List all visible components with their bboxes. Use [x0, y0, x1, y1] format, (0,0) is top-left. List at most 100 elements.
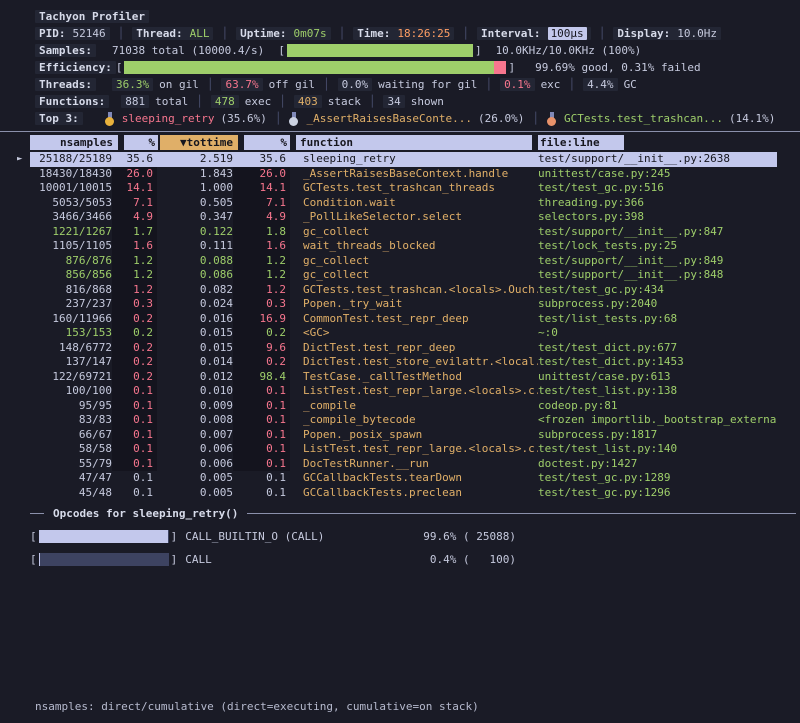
cell-function-name: GCTests.test_trashcan.<locals>.Ouch... — [290, 283, 538, 298]
cell-percent-direct: 1.2 — [112, 283, 157, 298]
cell-function-name: <GC> — [290, 326, 538, 341]
table-row[interactable]: 122/697210.20.01298.4TestCase._callTestM… — [0, 370, 800, 385]
cell-file-line: ~:0 — [538, 326, 800, 341]
table-row[interactable]: 55/790.10.0060.1DocTestRunner.__rundocte… — [0, 457, 800, 472]
cell-nsamples: 237/237 — [34, 297, 112, 312]
table-row[interactable]: 1105/11051.60.1111.6wait_threads_blocked… — [0, 239, 800, 254]
cell-percent-direct: 0.2 — [112, 312, 157, 327]
cell-percent-direct: 0.2 — [112, 355, 157, 370]
function-table: ►25188/2518935.62.51935.6sleeping_retryt… — [0, 152, 800, 500]
cell-tottime: 0.005 — [157, 486, 233, 501]
efficiency-text: 99.69% good, 0.31% failed — [535, 61, 701, 74]
table-row[interactable]: 100/1000.10.0100.1ListTest.test_repr_lar… — [0, 384, 800, 399]
cell-function-name: _AssertRaisesBaseContext.handle — [290, 167, 538, 182]
footer: nsamples: direct/cumulative (direct=exec… — [35, 674, 479, 723]
cell-tottime: 0.015 — [157, 326, 233, 341]
table-row[interactable]: 18430/1843026.01.84326.0_AssertRaisesBas… — [0, 167, 800, 182]
efficiency-label: Efficiency: — [35, 61, 116, 74]
table-row[interactable]: 5053/50537.10.5057.1Condition.waitthread… — [0, 196, 800, 211]
thread-segment[interactable]: Thread:ALL — [132, 27, 213, 40]
display-value: 10.0Hz — [677, 27, 717, 40]
table-row[interactable]: 137/1470.20.0140.2DictTest.test_store_ev… — [0, 355, 800, 370]
cell-percent-direct: 1.2 — [112, 268, 157, 283]
cell-file-line: <frozen importlib._bootstrap_externa — [538, 413, 800, 428]
column-header-file-line[interactable]: file:line — [538, 135, 624, 150]
cell-function-name: ListTest.test_repr_large.<locals>.c... — [290, 442, 538, 457]
table-row[interactable]: 1221/12671.70.1221.8gc_collecttest/suppo… — [0, 225, 800, 240]
cell-function-name: TestCase._callTestMethod — [290, 370, 538, 385]
table-row[interactable]: 83/830.10.0080.1_compile_bytecode<frozen… — [0, 413, 800, 428]
table-header-row: nsamples % ▼tottime % function file:line — [0, 135, 800, 150]
thread-stat-label: waiting for gil — [378, 78, 477, 91]
uptime-segment: Uptime:0m07s — [236, 27, 330, 40]
bar-open-bracket: [ — [116, 61, 123, 74]
cell-percent-cumulative: 0.2 — [233, 355, 290, 370]
table-row[interactable]: 816/8681.20.0821.2GCTests.test_trashcan.… — [0, 283, 800, 298]
cell-tottime: 0.111 — [157, 239, 233, 254]
cell-file-line: test/test_gc.py:1296 — [538, 486, 800, 501]
cell-function-name: Condition.wait — [290, 196, 538, 211]
table-row[interactable]: 160/119660.20.01616.9CommonTest.test_rep… — [0, 312, 800, 327]
cell-function-name: DictTest.test_repr_deep — [290, 341, 538, 356]
time-value: 18:26:25 — [397, 27, 450, 40]
cell-function-name: sleeping_retry — [290, 152, 538, 167]
cell-percent-cumulative: 0.1 — [233, 428, 290, 443]
table-row[interactable]: 47/470.10.0050.1GCCallbackTests.tearDown… — [0, 471, 800, 486]
bar-close-bracket: ] — [171, 530, 178, 543]
table-row[interactable]: ►25188/2518935.62.51935.6sleeping_retryt… — [0, 152, 800, 167]
divider-dash — [247, 513, 796, 514]
cell-file-line: test/list_tests.py:68 — [538, 312, 800, 327]
cell-file-line: test/test_dict.py:1453 — [538, 355, 800, 370]
column-header-percent-cumulative[interactable]: % — [244, 135, 290, 150]
cell-file-line: test/test_list.py:138 — [538, 384, 800, 399]
samples-total: 71038 total (10000.4/s) — [112, 44, 264, 57]
cell-percent-cumulative: 1.2 — [233, 268, 290, 283]
table-row[interactable]: 237/2370.30.0240.3Popen._try_waitsubproc… — [0, 297, 800, 312]
footer-legend: nsamples: direct/cumulative (direct=exec… — [35, 700, 479, 721]
opcode-row: []CALL 0.4% ( 100) — [0, 551, 800, 567]
cell-tottime: 0.088 — [157, 254, 233, 269]
cell-percent-cumulative: 1.2 — [233, 254, 290, 269]
table-row[interactable]: 3466/34664.90.3474.9_PollLikeSelector.se… — [0, 210, 800, 225]
cell-file-line: test/test_gc.py:434 — [538, 283, 800, 298]
column-header-nsamples[interactable]: nsamples — [30, 135, 118, 150]
cell-function-name: _compile_bytecode — [290, 413, 538, 428]
opcodes-list: []CALL_BUILTIN_O (CALL)99.6% ( 25088)[]C… — [0, 528, 800, 567]
cell-tottime: 0.006 — [157, 457, 233, 472]
cell-nsamples: 18430/18430 — [34, 167, 112, 182]
cell-percent-direct: 0.1 — [112, 486, 157, 501]
title-line: Tachyon Profiler — [0, 8, 800, 25]
table-row[interactable]: 153/1530.20.0150.2<GC>~:0 — [0, 326, 800, 341]
table-row[interactable]: 66/670.10.0070.1Popen._posix_spawnsubpro… — [0, 428, 800, 443]
cell-percent-direct: 0.1 — [112, 471, 157, 486]
functions-line: Functions: 881total│478exec│403stack│34s… — [0, 93, 800, 110]
cell-percent-cumulative: 0.2 — [233, 326, 290, 341]
threads-label: Threads: — [35, 78, 96, 91]
cell-percent-direct: 0.1 — [112, 399, 157, 414]
table-row[interactable]: 45/480.10.0050.1GCCallbackTests.preclean… — [0, 486, 800, 501]
cell-file-line: test/lock_tests.py:25 — [538, 239, 800, 254]
column-header-percent-direct[interactable]: % — [124, 135, 158, 150]
bar-close-bracket: ] — [508, 61, 515, 74]
cell-percent-direct: 7.1 — [112, 196, 157, 211]
header-divider — [0, 131, 800, 132]
table-row[interactable]: 10001/1001514.11.00014.1GCTests.test_tra… — [0, 181, 800, 196]
separator-bar: │ — [275, 112, 282, 125]
table-row[interactable]: 95/950.10.0090.1_compilecodeop.py:81 — [0, 399, 800, 414]
column-header-tottime-sorted[interactable]: ▼tottime — [160, 135, 238, 150]
cell-tottime: 0.010 — [157, 384, 233, 399]
cell-function-name: gc_collect — [290, 254, 538, 269]
table-row[interactable]: 58/580.10.0060.1ListTest.test_repr_large… — [0, 442, 800, 457]
table-row[interactable]: 876/8761.20.0881.2gc_collecttest/support… — [0, 254, 800, 269]
cell-percent-cumulative: 26.0 — [233, 167, 290, 182]
samples-rate: 10.0KHz/10.0KHz (100%) — [496, 44, 642, 57]
column-header-function[interactable]: function — [296, 135, 532, 150]
top3-function-name: sleeping_retry — [122, 112, 215, 125]
cell-percent-direct: 0.2 — [112, 326, 157, 341]
cell-nsamples: 137/147 — [34, 355, 112, 370]
cell-tottime: 0.009 — [157, 399, 233, 414]
cell-percent-direct: 1.7 — [112, 225, 157, 240]
cell-percent-cumulative: 1.2 — [233, 283, 290, 298]
table-row[interactable]: 856/8561.20.0861.2gc_collecttest/support… — [0, 268, 800, 283]
table-row[interactable]: 148/67720.20.0159.6DictTest.test_repr_de… — [0, 341, 800, 356]
